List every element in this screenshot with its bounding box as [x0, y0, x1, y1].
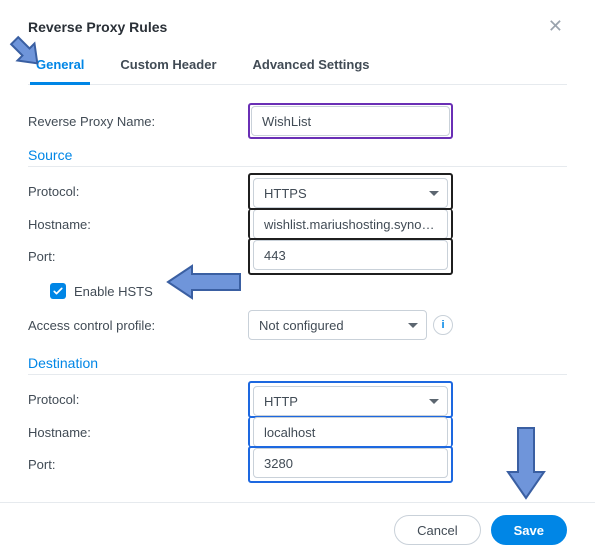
row-reverse-proxy-name: Reverse Proxy Name: — [28, 103, 567, 139]
access-control-profile-select[interactable]: Not configured — [248, 310, 427, 340]
tab-general[interactable]: General — [30, 49, 90, 85]
section-destination: Destination — [28, 355, 567, 375]
access-control-profile-value: Not configured — [259, 318, 344, 333]
source-hostname-label: Hostname: — [28, 217, 248, 232]
info-icon[interactable]: i — [433, 315, 453, 335]
destination-hostname-input[interactable] — [253, 417, 448, 447]
section-source: Source — [28, 147, 567, 167]
reverse-proxy-name-input[interactable] — [251, 106, 450, 136]
row-destination-port: Port: — [28, 446, 567, 483]
destination-protocol-label: Protocol: — [28, 392, 248, 407]
destination-port-input[interactable] — [253, 448, 448, 478]
row-access-control-profile: Access control profile: Not configured i — [28, 309, 567, 341]
destination-protocol-select[interactable]: HTTP — [253, 386, 448, 416]
chevron-down-icon — [429, 191, 439, 196]
tab-custom-header[interactable]: Custom Header — [114, 49, 222, 85]
row-source-port: Port: — [28, 238, 567, 275]
row-destination-protocol: Protocol: HTTP — [28, 381, 567, 418]
destination-protocol-value: HTTP — [264, 394, 298, 409]
row-destination-hostname: Hostname: — [28, 416, 567, 448]
save-button[interactable]: Save — [491, 515, 567, 545]
tabs: General Custom Header Advanced Settings — [28, 49, 567, 85]
enable-hsts-label: Enable HSTS — [74, 284, 153, 299]
close-icon[interactable]: ✕ — [544, 14, 567, 39]
source-port-label: Port: — [28, 249, 248, 264]
check-icon — [52, 285, 64, 297]
enable-hsts-checkbox[interactable] — [50, 283, 66, 299]
source-protocol-select[interactable]: HTTPS — [253, 178, 448, 208]
dialog-footer: Cancel Save — [0, 502, 595, 557]
access-control-profile-label: Access control profile: — [28, 318, 248, 333]
destination-port-label: Port: — [28, 457, 248, 472]
row-source-protocol: Protocol: HTTPS — [28, 173, 567, 210]
source-hostname-input[interactable] — [253, 209, 448, 239]
destination-hostname-label: Hostname: — [28, 425, 248, 440]
row-source-hostname: Hostname: — [28, 208, 567, 240]
chevron-down-icon — [429, 399, 439, 404]
dialog: Reverse Proxy Rules ✕ General Custom Hea… — [0, 0, 595, 483]
reverse-proxy-name-label: Reverse Proxy Name: — [28, 114, 248, 129]
source-protocol-value: HTTPS — [264, 186, 307, 201]
row-enable-hsts: Enable HSTS — [28, 283, 567, 299]
chevron-down-icon — [408, 323, 418, 328]
titlebar: Reverse Proxy Rules ✕ — [28, 0, 567, 49]
cancel-button[interactable]: Cancel — [394, 515, 480, 545]
source-port-input[interactable] — [253, 240, 448, 270]
tab-advanced-settings[interactable]: Advanced Settings — [247, 49, 376, 85]
source-protocol-label: Protocol: — [28, 184, 248, 199]
dialog-title: Reverse Proxy Rules — [28, 19, 167, 35]
